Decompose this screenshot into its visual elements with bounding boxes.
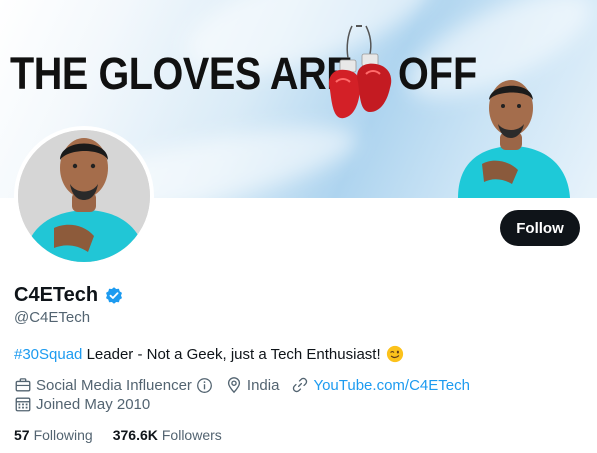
profile-meta-row: Social Media Influencer India YouTube.co… (14, 376, 482, 394)
follow-button[interactable]: Follow (500, 210, 580, 246)
verified-badge-icon[interactable] (104, 286, 124, 306)
calendar-icon (15, 397, 31, 412)
location-pin-icon (227, 377, 240, 394)
info-icon[interactable] (196, 377, 213, 394)
profile-handle: @C4ETech (14, 309, 91, 326)
profile-bio: #30Squad Leader - Not a Geek, just a Tec… (14, 345, 404, 363)
location-label: India (246, 376, 280, 394)
link-icon (293, 377, 308, 393)
profile-website[interactable]: YouTube.com/C4ETech (291, 376, 470, 394)
avatar-image (18, 130, 150, 262)
joined-label: Joined May 2010 (36, 395, 151, 413)
avatar-person-image (18, 130, 150, 262)
banner-person-image (458, 80, 570, 198)
briefcase-icon (15, 378, 31, 392)
category-label: Social Media Influencer (36, 376, 192, 394)
profile-stats: 57 Following 376.6K Followers (14, 427, 242, 443)
followers-label: Followers (161, 427, 222, 443)
followers-count: 376.6K (112, 427, 158, 443)
profile-joined-row: Joined May 2010 (14, 395, 162, 413)
followers-stat[interactable]: 376.6K Followers (113, 427, 222, 443)
bio-hashtag-link[interactable]: #30Squad (14, 346, 82, 363)
winking-emoji-icon (386, 345, 403, 363)
bio-text: Leader - Not a Geek, just a Tech Enthusi… (82, 345, 381, 363)
website-link[interactable]: YouTube.com/C4ETech (313, 377, 469, 394)
display-name: C4ETech (14, 284, 99, 306)
following-count: 57 (14, 427, 30, 443)
profile-avatar[interactable] (14, 126, 154, 266)
boxing-gloves-icon (328, 25, 392, 119)
banner-headline: THE GLOVES ARE (10, 48, 353, 99)
following-label: Following (33, 427, 93, 443)
profile-location: India (225, 376, 280, 394)
profile-name-row: C4ETech (14, 284, 124, 307)
profile-joined: Joined May 2010 (14, 395, 150, 413)
profile-category: Social Media Influencer (14, 376, 213, 394)
following-stat[interactable]: 57 Following (14, 427, 93, 443)
